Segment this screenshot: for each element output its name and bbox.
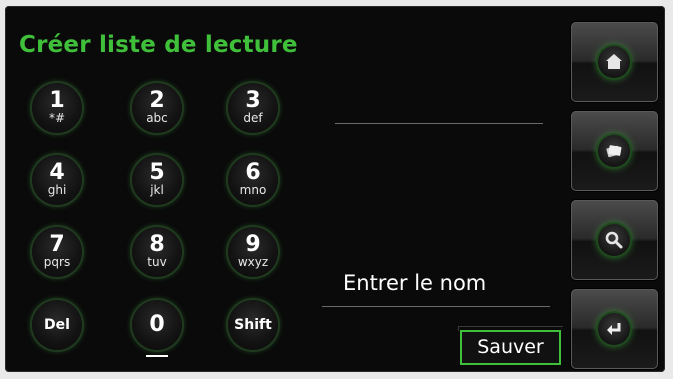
- key-letters: *#: [48, 111, 66, 125]
- key-digit: 6: [245, 160, 261, 185]
- entry-line-top: [335, 123, 543, 124]
- key-letters: abc: [146, 111, 168, 125]
- button-ring: [598, 224, 630, 256]
- key-digit: 7: [49, 232, 65, 257]
- side-panel: [567, 12, 665, 370]
- name-input[interactable]: Entrer le nom: [343, 271, 486, 295]
- key-letters: pqrs: [43, 255, 71, 269]
- search-icon: [605, 231, 623, 249]
- key-del-label: Del: [44, 317, 70, 333]
- key-3[interactable]: 3 def: [228, 83, 278, 133]
- entry-line-bottom: [322, 306, 550, 307]
- key-digit: 9: [245, 232, 261, 257]
- key-9[interactable]: 9 wxyz: [228, 227, 278, 277]
- key-7[interactable]: 7 pqrs: [32, 227, 82, 277]
- key-digit: 3: [245, 88, 261, 113]
- text-cursor: [146, 355, 168, 357]
- playlist-button[interactable]: [571, 111, 658, 191]
- home-button[interactable]: [571, 22, 658, 102]
- key-6[interactable]: 6 mno: [228, 155, 278, 205]
- button-ring: [598, 313, 630, 345]
- key-digit: 4: [49, 160, 65, 185]
- key-8[interactable]: 8 tuv: [132, 227, 182, 277]
- key-digit: 5: [149, 160, 165, 185]
- key-digit: 8: [149, 232, 165, 257]
- key-letters: ghi: [47, 183, 67, 197]
- enter-button[interactable]: [571, 289, 658, 369]
- enter-icon: [607, 323, 621, 335]
- key-del[interactable]: Del: [32, 300, 82, 350]
- key-shift-label: Shift: [234, 317, 272, 333]
- home-icon: [606, 54, 622, 69]
- key-5[interactable]: 5 jkl: [132, 155, 182, 205]
- key-4[interactable]: 4 ghi: [32, 155, 82, 205]
- key-digit: 1: [49, 88, 65, 113]
- key-letters: jkl: [150, 183, 164, 197]
- save-button[interactable]: Sauver: [458, 326, 563, 365]
- key-letters: wxyz: [237, 255, 269, 269]
- key-letters: mno: [239, 183, 267, 197]
- key-letters: tuv: [147, 255, 167, 269]
- playlist-create-screen: Créer liste de lecture 1 *# 2 abc 3 def …: [5, 6, 665, 372]
- page-title: Créer liste de lecture: [19, 32, 298, 58]
- key-shift[interactable]: Shift: [228, 300, 278, 350]
- button-ring: [598, 46, 630, 78]
- key-letters: def: [243, 111, 263, 125]
- button-ring: [598, 135, 630, 167]
- key-1[interactable]: 1 *#: [32, 83, 82, 133]
- playlist-icon: [606, 145, 622, 158]
- key-2[interactable]: 2 abc: [132, 83, 182, 133]
- search-button[interactable]: [571, 200, 658, 280]
- key-digit: 2: [149, 88, 165, 113]
- key-0[interactable]: 0: [132, 300, 182, 350]
- key-digit: 0: [149, 312, 165, 337]
